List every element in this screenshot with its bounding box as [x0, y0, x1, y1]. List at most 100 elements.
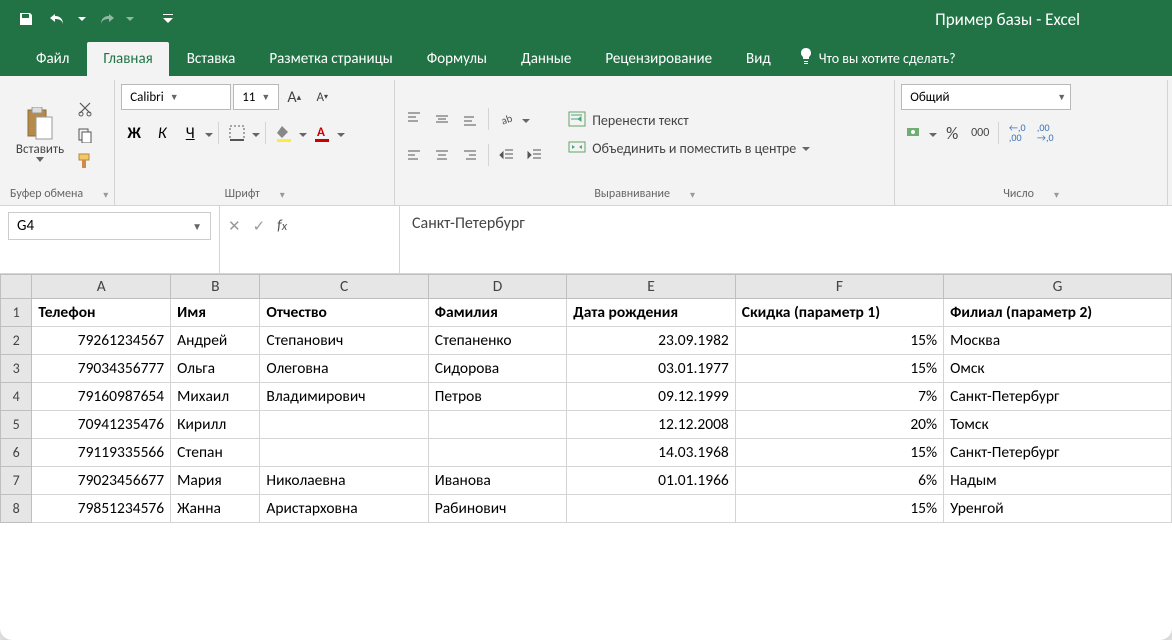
cell[interactable]: Владимирович	[260, 383, 428, 411]
cell[interactable]: Дата рождения	[567, 299, 736, 327]
cell[interactable]: 79851234576	[32, 495, 171, 523]
cell[interactable]: 79023456677	[32, 467, 171, 495]
formula-input[interactable]: Санкт-Петербург	[400, 206, 1172, 273]
name-box[interactable]: G4 ▼	[0, 206, 220, 273]
tell-me-search[interactable]: Что вы хотите сделать?	[789, 40, 966, 76]
format-painter-button[interactable]	[74, 150, 96, 172]
borders-button[interactable]	[224, 120, 250, 146]
tab-page-layout[interactable]: Разметка страницы	[253, 42, 408, 76]
tab-file[interactable]: Файл	[20, 42, 85, 76]
cell[interactable]: Петров	[428, 383, 567, 411]
fill-color-button[interactable]	[271, 120, 297, 146]
cell[interactable]: 79119335566	[32, 439, 171, 467]
cell[interactable]: 79160987654	[32, 383, 171, 411]
redo-button[interactable]	[92, 5, 120, 33]
cell[interactable]: Степан	[171, 439, 260, 467]
cancel-formula-button[interactable]: ✕	[228, 212, 241, 240]
font-name-combo[interactable]: Calibri ▼	[121, 84, 231, 110]
cell[interactable]: Санкт-Петербург	[944, 439, 1172, 467]
cell[interactable]: 70941235476	[32, 411, 171, 439]
cell[interactable]: Москва	[944, 327, 1172, 355]
column-header[interactable]: C	[260, 275, 428, 299]
cell[interactable]: Сидорова	[428, 355, 567, 383]
italic-button[interactable]: К	[149, 120, 175, 146]
row-header[interactable]: 1	[1, 299, 32, 327]
cell[interactable]: Уренгой	[944, 495, 1172, 523]
cell[interactable]: Надым	[944, 467, 1172, 495]
cell[interactable]: Мария	[171, 467, 260, 495]
tab-formulas[interactable]: Формулы	[411, 42, 503, 76]
cell[interactable]: 09.12.1999	[567, 383, 736, 411]
cell[interactable]: Имя	[171, 299, 260, 327]
spreadsheet-grid[interactable]: A B C D E F G 1 Телефон Имя Отчество Фам…	[0, 274, 1172, 640]
tab-home[interactable]: Главная	[87, 42, 168, 76]
clipboard-launcher-icon[interactable]: ▾	[103, 188, 108, 201]
cell[interactable]: Отчество	[260, 299, 428, 327]
cell[interactable]: Жанна	[171, 495, 260, 523]
cell[interactable]: 6%	[735, 467, 943, 495]
increase-decimal-button[interactable]: ←,0,00	[1004, 120, 1030, 146]
tab-insert[interactable]: Вставка	[171, 42, 252, 76]
cell[interactable]: Кирилл	[171, 411, 260, 439]
cell[interactable]	[260, 411, 428, 439]
cell[interactable]: 15%	[735, 355, 943, 383]
cell[interactable]: Иванова	[428, 467, 567, 495]
column-header[interactable]: F	[735, 275, 943, 299]
cell[interactable]: Олеговна	[260, 355, 428, 383]
cell[interactable]: 03.01.1977	[567, 355, 736, 383]
cell[interactable]: 20%	[735, 411, 943, 439]
column-header[interactable]: D	[428, 275, 567, 299]
cell[interactable]: Андрей	[171, 327, 260, 355]
cell[interactable]: 15%	[735, 439, 943, 467]
accounting-format-button[interactable]	[901, 120, 927, 146]
cell[interactable]	[567, 495, 736, 523]
cell[interactable]: Степанович	[260, 327, 428, 355]
increase-font-button[interactable]: A▴	[281, 84, 307, 110]
undo-button[interactable]	[44, 5, 72, 33]
increase-indent-button[interactable]	[522, 142, 548, 168]
row-header[interactable]: 4	[1, 383, 32, 411]
wrap-text-button[interactable]: Перенести текст	[562, 109, 816, 133]
column-header[interactable]: A	[32, 275, 171, 299]
number-format-combo[interactable]: Общий ▼	[901, 84, 1071, 110]
decrease-font-button[interactable]: A▾	[309, 84, 335, 110]
cell[interactable]: Санкт-Петербург	[944, 383, 1172, 411]
fx-button[interactable]: fx	[277, 212, 287, 240]
cell[interactable]	[428, 439, 567, 467]
cell[interactable]	[428, 411, 567, 439]
cell[interactable]: Телефон	[32, 299, 171, 327]
cell[interactable]: Томск	[944, 411, 1172, 439]
align-bottom-button[interactable]	[457, 106, 483, 132]
cell[interactable]: 23.09.1982	[567, 327, 736, 355]
cell[interactable]: Ольга	[171, 355, 260, 383]
cell[interactable]: 01.01.1966	[567, 467, 736, 495]
merge-center-button[interactable]: Объединить и поместить в центре	[562, 137, 816, 161]
underline-button[interactable]: Ч	[177, 120, 203, 146]
font-size-combo[interactable]: 11 ▼	[233, 84, 279, 110]
cell[interactable]: Рабинович	[428, 495, 567, 523]
row-header[interactable]: 8	[1, 495, 32, 523]
qat-customize-button[interactable]	[154, 5, 182, 33]
column-header[interactable]: G	[944, 275, 1172, 299]
tab-data[interactable]: Данные	[505, 42, 587, 76]
decrease-decimal-button[interactable]: ,00→,0	[1032, 120, 1058, 146]
paste-button[interactable]: Вставить	[10, 106, 70, 163]
cell[interactable]: Аристарховна	[260, 495, 428, 523]
cell[interactable]: Степаненко	[428, 327, 567, 355]
enter-formula-button[interactable]: ✓	[253, 212, 266, 240]
cell[interactable]: 14.03.1968	[567, 439, 736, 467]
cell[interactable]: 79034356777	[32, 355, 171, 383]
row-header[interactable]: 6	[1, 439, 32, 467]
cell[interactable]: Филиал (параметр 2)	[944, 299, 1172, 327]
cell[interactable]: 79261234567	[32, 327, 171, 355]
orientation-button[interactable]: ab	[494, 106, 520, 132]
font-color-button[interactable]: A	[309, 120, 335, 146]
comma-style-button[interactable]: 000	[967, 120, 993, 146]
cell[interactable]: 12.12.2008	[567, 411, 736, 439]
number-launcher-icon[interactable]: ▾	[1054, 188, 1059, 201]
cell[interactable]: Скидка (параметр 1)	[735, 299, 943, 327]
cell[interactable]	[260, 439, 428, 467]
cut-button[interactable]	[74, 98, 96, 120]
percent-button[interactable]: %	[939, 120, 965, 146]
row-header[interactable]: 2	[1, 327, 32, 355]
